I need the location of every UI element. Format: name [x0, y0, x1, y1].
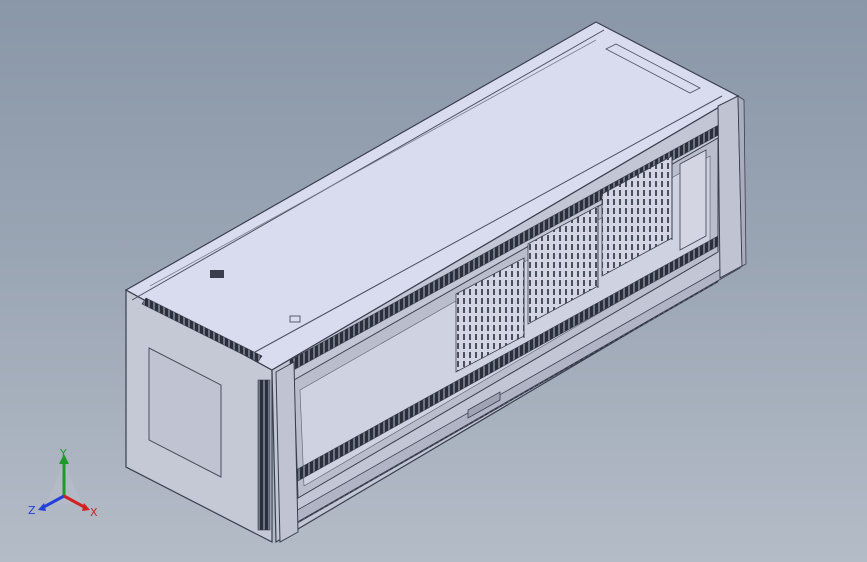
x-axis-label: X	[90, 506, 98, 519]
y-axis-label: Y	[59, 448, 67, 460]
view-orientation-triad[interactable]: Y X Z	[24, 448, 104, 520]
graphics-viewport[interactable]: Y X Z	[0, 0, 867, 562]
cabinet-3d-model[interactable]	[0, 0, 867, 562]
z-axis-label: Z	[28, 504, 36, 517]
